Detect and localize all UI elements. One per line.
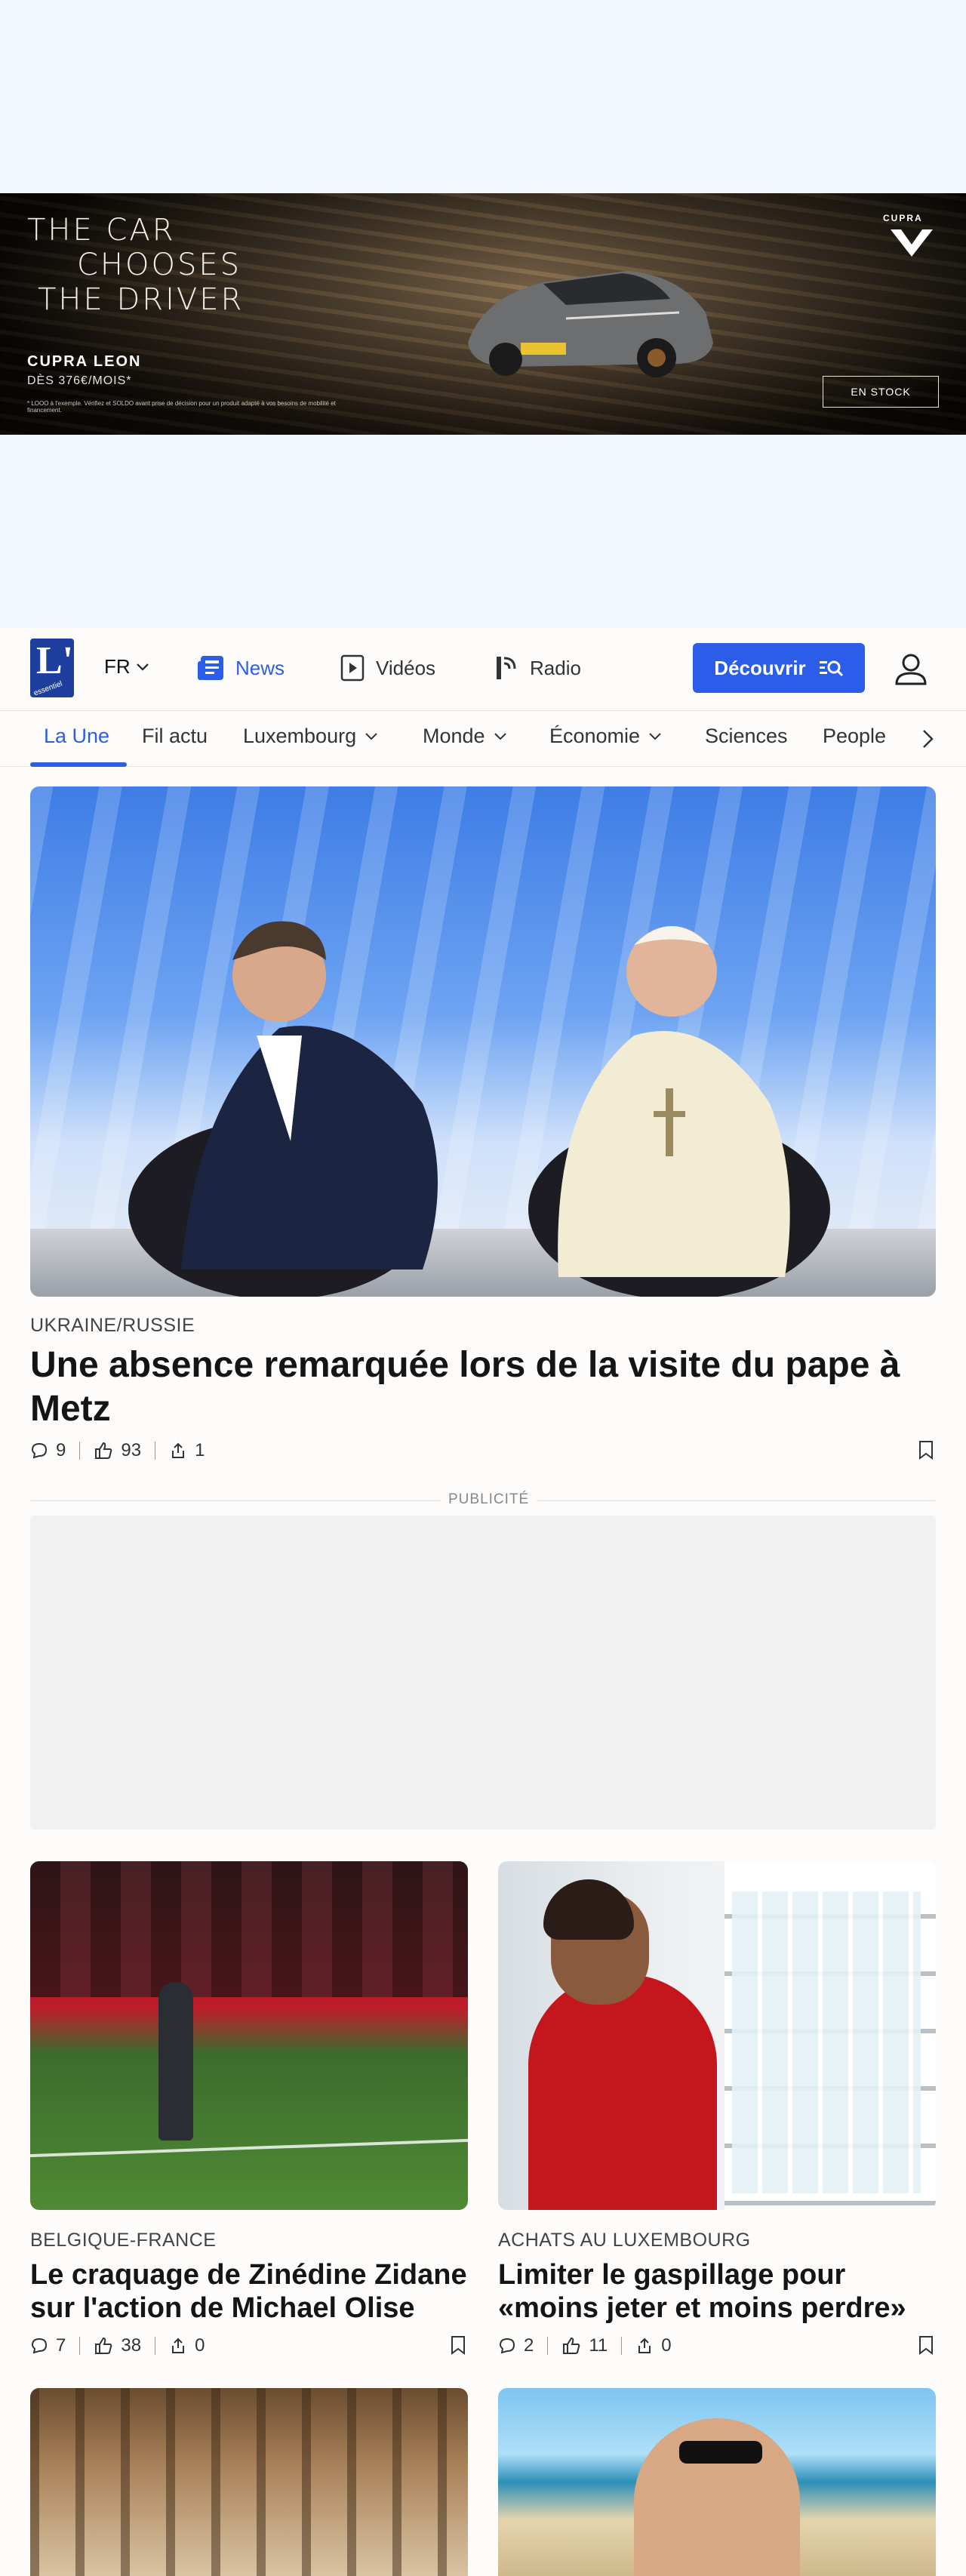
card-image[interactable] — [498, 1861, 936, 2210]
nav-videos[interactable]: Vidéos — [340, 654, 435, 682]
chevron-down-icon — [136, 663, 149, 671]
card-title[interactable]: Limiter le gaspillage pour «moins jeter … — [498, 2258, 936, 2325]
car-image — [468, 271, 713, 377]
ad-model: CUPRA LEON — [27, 353, 142, 370]
ad-label: PUBLICITÉ — [441, 1491, 537, 1508]
chevron-down-icon — [365, 732, 377, 740]
card-kicker: BELGIQUE-FRANCE — [30, 2230, 217, 2251]
nav-news[interactable]: News — [196, 654, 285, 682]
section-monde[interactable]: Monde — [423, 725, 508, 748]
ad-placeholder — [30, 1516, 936, 1830]
comments-count[interactable]: 9 — [30, 1440, 66, 1461]
section-economie[interactable]: Économie — [549, 725, 663, 748]
section-nav: La Une Fil actu Luxembourg Monde Économi… — [0, 711, 966, 767]
share-icon — [172, 2337, 185, 2353]
comments-count[interactable]: 7 — [30, 2335, 66, 2356]
shares-count[interactable]: 1 — [169, 1440, 205, 1461]
card-stats: 2 11 0 — [498, 2335, 672, 2356]
chevron-down-icon — [494, 732, 506, 740]
discover-button[interactable]: Découvrir — [693, 643, 865, 693]
bookmark-icon[interactable] — [450, 2335, 466, 2355]
section-fil-actu[interactable]: Fil actu — [142, 725, 208, 748]
comment-icon — [499, 2337, 515, 2354]
site-header: L' essentiel FR News Vidéos Radio Découv… — [0, 628, 966, 711]
ad-brand: CUPRA — [883, 213, 923, 223]
thumbs-up-icon — [95, 1442, 112, 1459]
section-people[interactable]: People — [823, 725, 886, 748]
likes-count[interactable]: 38 — [94, 2335, 141, 2356]
likes-count[interactable]: 11 — [561, 2335, 608, 2356]
news-icon — [198, 656, 223, 680]
language-selector[interactable]: FR — [104, 655, 150, 679]
hero-image[interactable] — [30, 786, 936, 1297]
bookmark-icon[interactable] — [918, 1440, 934, 1460]
comments-count[interactable]: 2 — [498, 2335, 534, 2356]
share-icon — [638, 2337, 651, 2353]
card-image[interactable] — [30, 1861, 468, 2210]
thumbs-up-icon — [563, 2337, 580, 2354]
user-account-icon[interactable] — [892, 651, 930, 688]
ad-legal: * LOOO à l'exemple. Vérifiez et SOLDO av… — [27, 400, 336, 414]
cupra-ad[interactable]: THE CAR CHOOSES THE DRIVER CUPRA LEON DÈ… — [0, 193, 966, 435]
card-image[interactable] — [498, 2388, 936, 2576]
share-icon — [172, 1442, 185, 1458]
shares-count[interactable]: 0 — [635, 2335, 672, 2356]
play-icon — [340, 654, 365, 682]
ad-stock-button[interactable]: EN STOCK — [823, 376, 939, 408]
search-list-icon — [819, 660, 843, 677]
card-image[interactable] — [30, 2388, 468, 2576]
ad-price: DÈS 376€/MOIS* — [27, 374, 132, 387]
ad-headline: THE CAR CHOOSES THE DRIVER — [27, 213, 245, 317]
card-stats: 7 38 0 — [30, 2335, 205, 2356]
thumbs-up-icon — [95, 2337, 112, 2354]
shares-count[interactable]: 0 — [169, 2335, 205, 2356]
section-luxembourg[interactable]: Luxembourg — [243, 725, 379, 748]
card-kicker: ACHATS AU LUXEMBOURG — [498, 2230, 751, 2251]
cupra-logo-icon — [891, 229, 933, 257]
likes-count[interactable]: 93 — [94, 1440, 141, 1461]
active-section-indicator — [30, 762, 127, 767]
section-la-une[interactable]: La Une — [44, 725, 109, 748]
radio-icon — [497, 657, 516, 679]
bookmark-icon[interactable] — [918, 2335, 934, 2355]
hero-stats: 9 93 1 — [30, 1440, 205, 1461]
card-title[interactable]: Le craquage de Zinédine Zidane sur l'act… — [30, 2258, 468, 2325]
site-logo[interactable]: L' essentiel — [30, 639, 74, 697]
hero-title[interactable]: Une absence remarquée lors de la visite … — [30, 1343, 936, 1431]
chevron-right-icon[interactable] — [918, 728, 937, 750]
nav-radio[interactable]: Radio — [494, 654, 581, 682]
hero-kicker: UKRAINE/RUSSIE — [30, 1315, 195, 1336]
chevron-down-icon — [649, 732, 661, 740]
comment-icon — [31, 2337, 48, 2354]
section-sciences[interactable]: Sciences — [705, 725, 788, 748]
comment-icon — [31, 1442, 48, 1459]
